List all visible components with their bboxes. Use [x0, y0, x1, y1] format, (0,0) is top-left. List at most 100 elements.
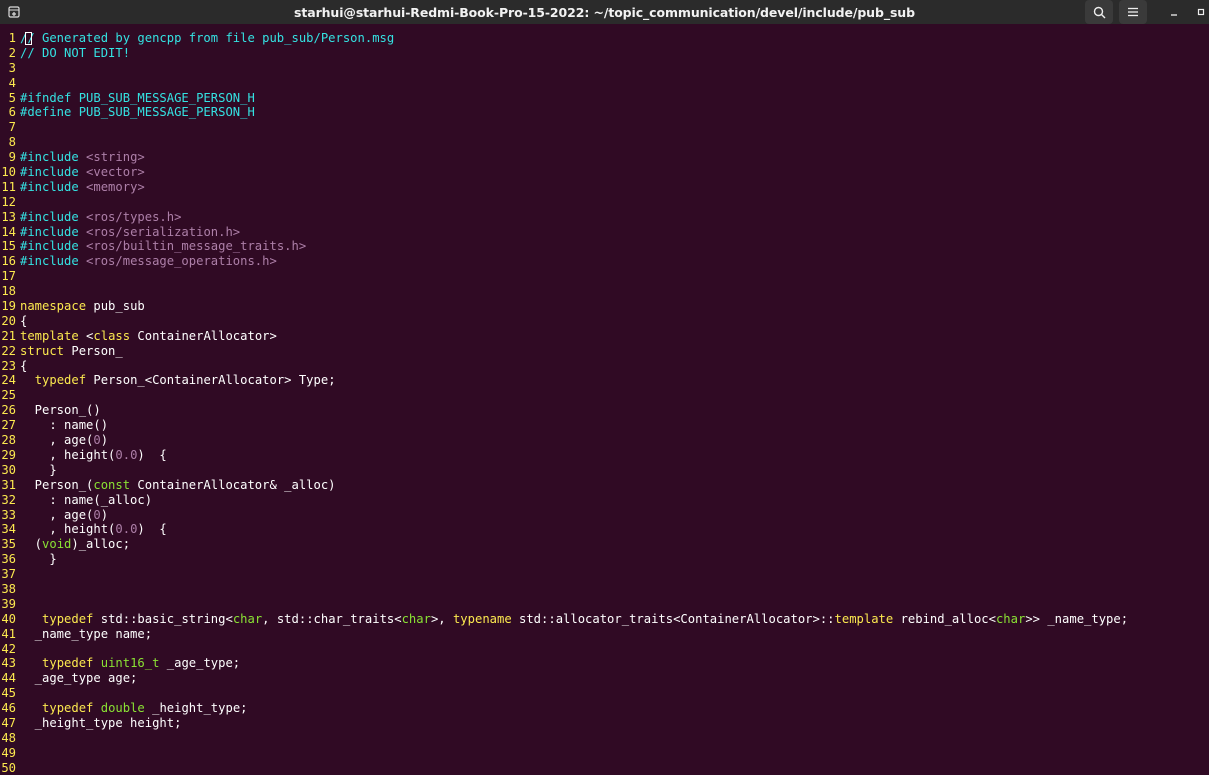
line-number: 40: [1, 611, 16, 626]
code-text: }: [20, 462, 57, 477]
code-line[interactable]: 33 , age(0): [0, 508, 1209, 523]
code-text: {: [20, 358, 28, 373]
code-line[interactable]: 26 Person_(): [0, 403, 1209, 418]
code-line[interactable]: 32 : name(_alloc): [0, 493, 1209, 508]
line-number: 20: [1, 313, 16, 328]
line-number: 43: [1, 656, 16, 671]
code-line[interactable]: 15 #include <ros/builtin_message_traits.h…: [0, 239, 1209, 254]
search-icon: [1093, 6, 1105, 18]
code-line[interactable]: 49: [0, 746, 1209, 761]
code-line[interactable]: 10 #include <vector>: [0, 165, 1209, 180]
line-number: 33: [1, 507, 16, 522]
code-line[interactable]: 37: [0, 567, 1209, 582]
minimize-button[interactable]: [1164, 0, 1184, 24]
line-number: 7: [8, 120, 16, 135]
line-number: 24: [1, 373, 16, 388]
code-line[interactable]: 47 _height_type height;: [0, 716, 1209, 731]
code-text: }: [20, 552, 57, 567]
code-line[interactable]: 7: [0, 120, 1209, 135]
code-line[interactable]: 38: [0, 582, 1209, 597]
line-number: 15: [1, 239, 16, 254]
line-number: 14: [1, 224, 16, 239]
maximize-icon: [1197, 8, 1204, 16]
line-number: 46: [1, 701, 16, 716]
code-line[interactable]: 41 _name_type name;: [0, 627, 1209, 642]
code-line[interactable]: 16 #include <ros/message_operations.h>: [0, 254, 1209, 269]
code-line[interactable]: 45: [0, 686, 1209, 701]
code-line[interactable]: 6 #define PUB_SUB_MESSAGE_PERSON_H: [0, 105, 1209, 120]
code-line[interactable]: 5 #ifndef PUB_SUB_MESSAGE_PERSON_H: [0, 91, 1209, 106]
code-text: #include <ros/message_operations.h>: [20, 254, 277, 269]
line-number: 28: [1, 433, 16, 448]
line-number: 49: [1, 745, 16, 760]
window-title: starhui@starhui-Redmi-Book-Pro-15-2022: …: [294, 4, 915, 20]
code-text: , age(0): [20, 433, 109, 448]
line-number: 29: [1, 447, 16, 462]
code-line[interactable]: 22 struct Person_: [0, 344, 1209, 359]
code-line[interactable]: 50: [0, 761, 1209, 775]
code-line[interactable]: 43 typedef uint16_t _age_type;: [0, 656, 1209, 671]
code-line[interactable]: 27 : name(): [0, 418, 1209, 433]
code-line[interactable]: 36 }: [0, 552, 1209, 567]
menu-button[interactable]: [1119, 0, 1147, 24]
code-line[interactable]: 13 #include <ros/types.h>: [0, 210, 1209, 225]
code-line[interactable]: 20 {: [0, 314, 1209, 329]
code-line[interactable]: 8: [0, 135, 1209, 150]
code-line[interactable]: 48: [0, 731, 1209, 746]
code-line[interactable]: 21 template <class ContainerAllocator>: [0, 329, 1209, 344]
code-text: typedef uint16_t _age_type;: [42, 656, 241, 671]
line-number: 32: [1, 492, 16, 507]
code-line[interactable]: 12: [0, 195, 1209, 210]
code-text: #include <ros/types.h>: [20, 209, 182, 224]
code-line[interactable]: 19 namespace pub_sub: [0, 299, 1209, 314]
window-titlebar: starhui@starhui-Redmi-Book-Pro-15-2022: …: [0, 0, 1209, 24]
code-editor[interactable]: 1 // Generated by gencpp from file pub_su…: [0, 31, 1209, 775]
code-line[interactable]: 34 , height(0.0) {: [0, 522, 1209, 537]
code-line[interactable]: 17: [0, 269, 1209, 284]
code-text: typedef Person_<ContainerAllocator> Type…: [34, 373, 336, 388]
line-number: 47: [1, 715, 16, 730]
code-line[interactable]: 44 _age_type age;: [0, 671, 1209, 686]
code-text: #ifndef PUB_SUB_MESSAGE_PERSON_H: [20, 90, 255, 105]
line-number: 48: [1, 730, 16, 745]
minimize-icon: [1171, 14, 1177, 16]
code-text: , height(0.0) {: [20, 447, 167, 462]
line-number: 34: [1, 522, 16, 537]
code-text: #include <memory>: [20, 179, 145, 194]
code-line[interactable]: 23 {: [0, 359, 1209, 374]
maximize-button[interactable]: [1192, 0, 1209, 24]
line-number: 41: [1, 626, 16, 641]
code-line[interactable]: 28 , age(0): [0, 433, 1209, 448]
code-line[interactable]: 25: [0, 388, 1209, 403]
line-number: 6: [8, 105, 16, 120]
line-number: 27: [1, 418, 16, 433]
code-line[interactable]: 9 #include <string>: [0, 150, 1209, 165]
code-line[interactable]: 14 #include <ros/serialization.h>: [0, 225, 1209, 240]
code-line[interactable]: 30 }: [0, 463, 1209, 478]
line-number: 44: [1, 671, 16, 686]
line-number: 21: [1, 328, 16, 343]
code-line[interactable]: 2 // DO NOT EDIT!: [0, 46, 1209, 61]
search-button[interactable]: [1085, 0, 1113, 24]
line-number: 38: [1, 581, 16, 596]
code-line[interactable]: 31 Person_(const ContainerAllocator& _al…: [0, 478, 1209, 493]
terminal-tab-icon[interactable]: [6, 4, 22, 20]
code-line[interactable]: 3: [0, 61, 1209, 76]
code-line[interactable]: 39: [0, 597, 1209, 612]
code-text: #include <string>: [20, 150, 145, 165]
code-line[interactable]: 40 typedef std::basic_string<char, std::…: [0, 612, 1209, 627]
code-line[interactable]: 29 , height(0.0) {: [0, 448, 1209, 463]
code-line[interactable]: 46 typedef double _height_type;: [0, 701, 1209, 716]
line-number: 30: [1, 462, 16, 477]
code-line[interactable]: 42: [0, 642, 1209, 657]
line-number: 42: [1, 641, 16, 656]
code-line[interactable]: 11 #include <memory>: [0, 180, 1209, 195]
code-line[interactable]: 4: [0, 76, 1209, 91]
code-text: #include <vector>: [20, 165, 145, 180]
code-line[interactable]: 1 // Generated by gencpp from file pub_su…: [0, 31, 1209, 46]
code-text: // DO NOT EDIT!: [20, 45, 131, 60]
code-line[interactable]: 24 typedef Person_<ContainerAllocator> T…: [0, 373, 1209, 388]
code-text: , height(0.0) {: [20, 522, 167, 537]
code-line[interactable]: 35 (void)_alloc;: [0, 537, 1209, 552]
code-line[interactable]: 18: [0, 284, 1209, 299]
